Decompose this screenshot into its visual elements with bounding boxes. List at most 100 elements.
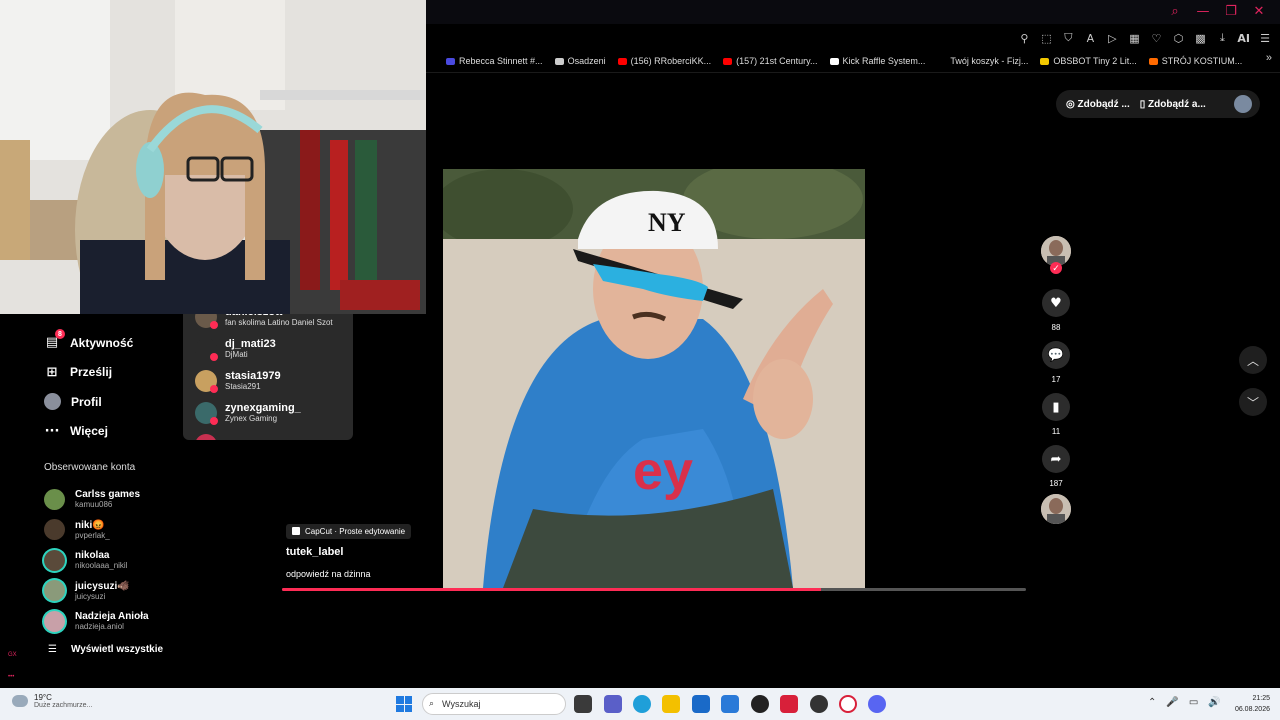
following-item[interactable]: Carlss games kamuu086 — [44, 484, 204, 515]
sidebar-item-2[interactable]: ⊞ Prześlij — [44, 358, 184, 388]
effect-tag[interactable]: CapCut · Proste edytowanie — [286, 522, 412, 540]
share-action[interactable]: ➦ 187 — [1042, 445, 1070, 488]
bookmark-label: (157) 21st Century... — [736, 56, 818, 66]
bookmark-item[interactable]: Rebecca Stinnett #... — [446, 56, 543, 66]
save-action[interactable]: ▮ 11 — [1042, 393, 1070, 436]
effect-tag-label: CapCut · Proste edytowanie — [305, 526, 406, 536]
bookmarks-more-icon[interactable]: » — [1266, 52, 1272, 64]
more-icon: ··· — [44, 423, 60, 439]
tray-chevron-icon[interactable]: ⌃ — [1148, 697, 1156, 708]
bookmark-item[interactable]: STRÓJ KOSTIUM... — [1148, 56, 1242, 66]
video-author[interactable]: tutek_label — [286, 546, 343, 558]
app-red-icon[interactable] — [780, 695, 798, 713]
menu-icon[interactable]: ☰ — [1258, 31, 1272, 45]
sidebar-item-4[interactable]: ··· Więcej — [44, 417, 184, 447]
sidebar-item-3[interactable]: Profil — [44, 387, 184, 417]
app-g-icon[interactable] — [751, 695, 769, 713]
bookmark-label: OBSBOT Tiny 2 Lit... — [1053, 56, 1137, 66]
edge-icon[interactable] — [633, 695, 651, 713]
mention-text: dj_mati23 DjMati — [225, 338, 276, 360]
bookmark-favicon-icon — [1148, 57, 1158, 65]
comment-action[interactable]: 💬 17 — [1042, 341, 1070, 384]
discord-icon[interactable] — [868, 695, 886, 713]
mic-icon[interactable]: 🎤 — [1166, 697, 1178, 708]
mention-subtitle: Zynex Gaming — [225, 414, 278, 423]
view-all-button[interactable]: ☰ Wyświetl wszystkie — [48, 644, 163, 655]
taskbar-search[interactable]: ⌕ Wyszukaj — [422, 693, 566, 715]
video-description: odpowiedź na dżinna — [286, 569, 371, 579]
heart-icon[interactable]: ♡ — [1149, 31, 1163, 45]
maximize-icon[interactable]: ❐ — [1224, 4, 1238, 19]
video-frame[interactable]: ey NY — [443, 169, 865, 588]
bookmark-item[interactable]: (156) RRoberciKK... — [617, 56, 711, 66]
like-action[interactable]: ♥ 88 — [1042, 289, 1070, 332]
bookmark-item[interactable]: Kick Raffle System... — [829, 56, 925, 66]
store-icon[interactable] — [692, 695, 710, 713]
weather-widget[interactable]: 19°C Duże zachmurze... — [12, 693, 92, 709]
start-button[interactable] — [396, 696, 412, 712]
teams-icon[interactable] — [604, 695, 622, 713]
download-icon[interactable]: ⤓ — [1215, 31, 1229, 45]
sidebar-item-1[interactable]: ▤ 8 Aktywność — [44, 328, 184, 358]
avatar — [44, 488, 65, 510]
file-explorer-icon[interactable] — [662, 695, 680, 713]
mention-item[interactable]: zynexgaming_ Zynex Gaming — [195, 402, 301, 425]
user-avatar[interactable] — [1234, 95, 1252, 113]
app-dark-icon[interactable] — [810, 695, 828, 713]
following-item[interactable]: nikolaa nikoolaaa_nikil — [44, 545, 204, 576]
following-item[interactable]: Nadzieja Anioła nadzieja.aniol — [44, 606, 204, 637]
task-view-icon[interactable] — [574, 695, 592, 713]
play-icon[interactable]: ▷ — [1105, 31, 1119, 45]
heart-icon: ♥ — [1042, 289, 1070, 317]
follow-creator-icon[interactable]: ✓ — [1050, 262, 1062, 274]
outlook-icon[interactable] — [721, 695, 739, 713]
sidebar-item-label: Więcej — [70, 424, 108, 439]
video-progress[interactable] — [282, 588, 1026, 591]
bookmark-favicon-icon — [829, 57, 839, 65]
following-text: nikolaa nikoolaaa_nikil — [75, 550, 127, 570]
feed-icon[interactable]: ▦ — [1127, 31, 1141, 45]
promo-link-1[interactable]: ◎ Zdobądź ... — [1066, 99, 1130, 110]
live-badge-icon — [210, 353, 218, 361]
following-item[interactable]: juicysuzi🐗 juicysuzi — [44, 576, 204, 607]
screenshot-icon[interactable]: ⬚ — [1039, 31, 1053, 45]
chevron-up-icon: ︿ — [1246, 353, 1259, 368]
clock[interactable]: 21:25 06.08.2026 — [1226, 693, 1270, 715]
previous-video-button[interactable]: ︿ — [1239, 346, 1267, 374]
extensions-icon[interactable]: ⬡ — [1171, 31, 1185, 45]
bookmark-item[interactable]: Twój koszyk - Fizj... — [937, 56, 1028, 66]
mention-item[interactable]: dj_mati23 DjMati — [195, 338, 276, 361]
minimize-icon[interactable]: — — [1196, 4, 1210, 19]
sound-avatar[interactable] — [1041, 494, 1071, 524]
bookmark-item[interactable]: OBSBOT Tiny 2 Lit... — [1040, 56, 1137, 66]
notification-badge: 8 — [55, 329, 65, 339]
promo-bar: ◎ Zdobądź ... ▯ Zdobądź a... — [1056, 90, 1260, 118]
next-video-button[interactable]: ﹀ — [1239, 388, 1267, 416]
promo-link-2[interactable]: ▯ Zdobądź a... — [1140, 99, 1206, 110]
following-handle: nikoolaaa_nikil — [75, 561, 128, 571]
pin-icon[interactable]: ⚲ — [1017, 31, 1031, 45]
ai-button[interactable]: AI — [1237, 31, 1250, 45]
taskbar: 19°C Duże zachmurze... ⌕ Wyszukaj ⌃ 🎤 ▭ … — [0, 688, 1280, 720]
mention-item[interactable]: danielszottfan skolima Latino Daniel Szo… — [195, 314, 333, 329]
bookmark-item[interactable]: Osadzeni — [554, 56, 606, 66]
mention-item[interactable]: barbietm_30 — [195, 434, 290, 440]
mention-text: zynexgaming_ Zynex Gaming — [225, 402, 301, 424]
search-icon[interactable]: ⌕ — [1168, 4, 1182, 19]
avatar — [44, 549, 65, 571]
network-icon[interactable]: ▭ — [1189, 697, 1198, 708]
opera-icon[interactable] — [839, 695, 857, 713]
following-item[interactable]: niki😡 pvperlak_ — [44, 515, 204, 546]
following-handle: juicysuzi — [75, 591, 106, 601]
mention-item[interactable]: stasia1979 Stasia291 — [195, 370, 281, 393]
following-name: juicysuzi🐗 — [75, 580, 130, 592]
translate-icon[interactable]: A — [1083, 31, 1097, 45]
shield-icon[interactable]: ⛉ — [1061, 31, 1075, 45]
live-badge-icon — [210, 321, 218, 329]
volume-icon[interactable]: 🔊 — [1208, 697, 1220, 708]
close-icon[interactable]: ✕ — [1252, 4, 1266, 19]
bookmark-item[interactable]: (157) 21st Century... — [723, 56, 818, 66]
sidebar-item-label: Prześlij — [70, 365, 113, 380]
qr-icon[interactable]: ▩ — [1193, 31, 1207, 45]
bookmark-favicon-icon — [723, 57, 733, 65]
